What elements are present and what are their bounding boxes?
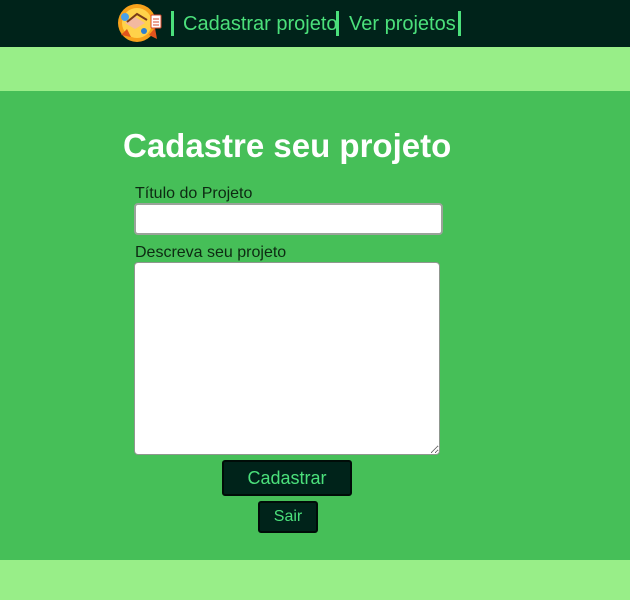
nav-link-cadastrar-projeto[interactable]: Cadastrar projeto [183, 12, 338, 36]
top-navbar: Cadastrar projeto Ver projetos [0, 0, 630, 47]
nav-divider [336, 11, 339, 36]
project-title-label: Título do Projeto [135, 185, 253, 202]
cadastrar-button[interactable]: Cadastrar [222, 460, 352, 496]
description-label: Descreva seu projeto [135, 244, 287, 261]
description-textarea[interactable] [134, 262, 440, 455]
nav-link-ver-projetos[interactable]: Ver projetos [349, 12, 456, 36]
team-handshake-logo[interactable] [113, 1, 165, 45]
page-title: Cadastre seu projeto [123, 127, 452, 164]
project-title-input[interactable] [134, 203, 443, 235]
nav-divider [458, 11, 461, 36]
sair-button[interactable]: Sair [258, 501, 318, 533]
nav-divider [171, 11, 174, 36]
